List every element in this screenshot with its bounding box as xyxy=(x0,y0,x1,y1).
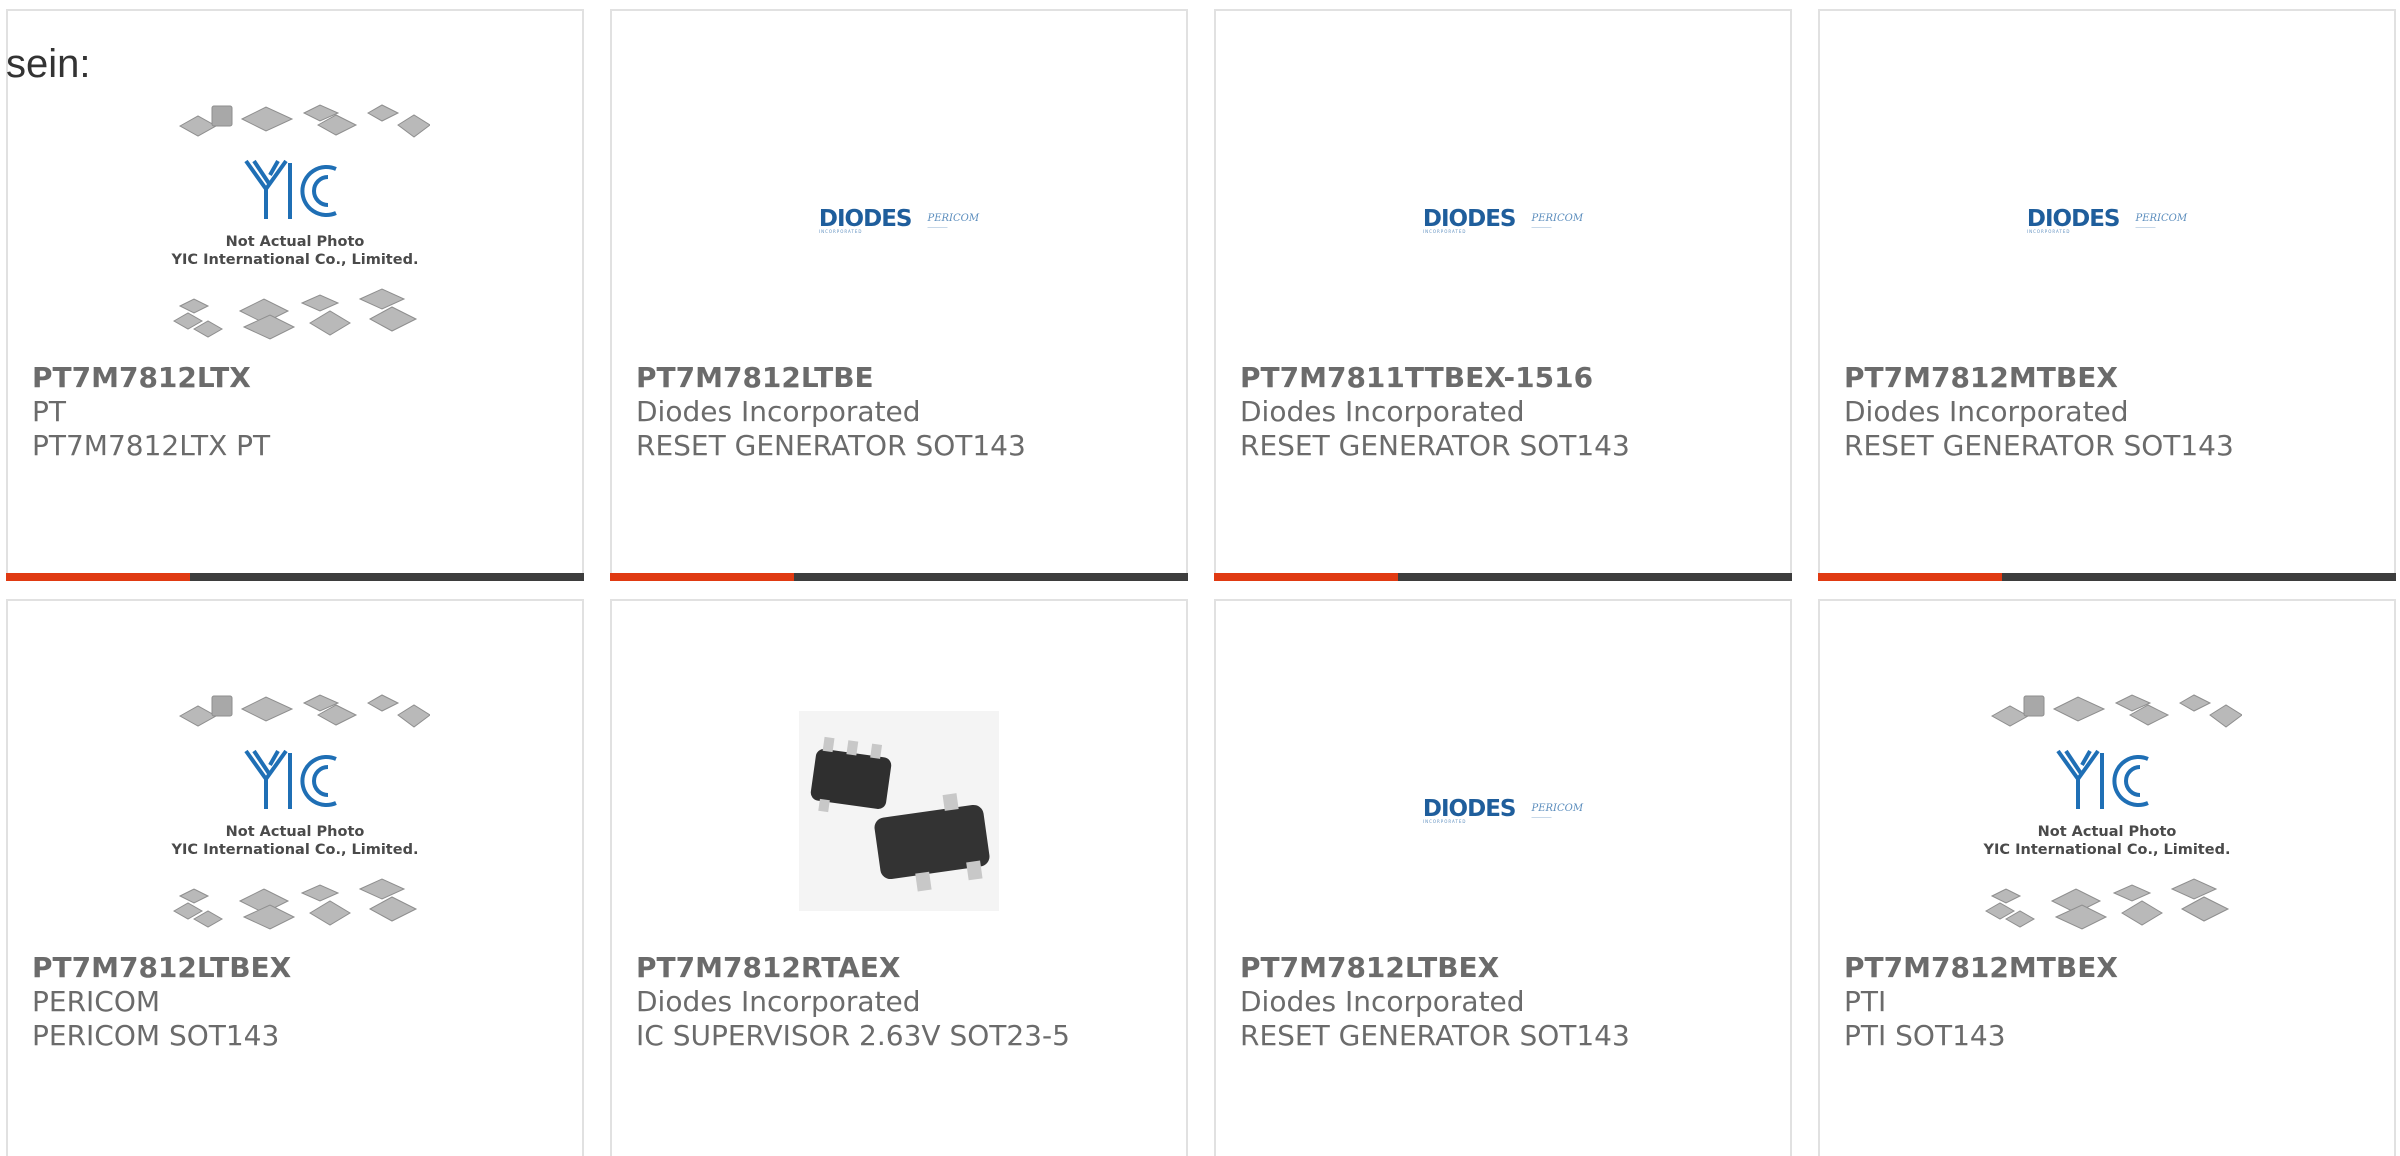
part-number[interactable]: PT7M7812LTBEX xyxy=(32,951,572,985)
product-image: DIODES INCORPORATED PERICOM ⎯⎯⎯⎯⎯⎯⎯⎯⎯⎯ xyxy=(1216,96,1790,346)
card-accent-bar xyxy=(1818,573,2002,581)
product-image: DIODES INCORPORATED PERICOM ⎯⎯⎯⎯⎯⎯⎯⎯⎯⎯ xyxy=(612,96,1186,346)
product-card[interactable]: Not Actual Photo YIC International Co., … xyxy=(1818,599,2396,1156)
description: PERICOM SOT143 xyxy=(32,1019,280,1052)
card-bottom-bar xyxy=(610,573,1188,581)
product-card[interactable]: DIODES INCORPORATED PERICOM ⎯⎯⎯⎯⎯⎯⎯⎯⎯⎯ PT7… xyxy=(610,9,1188,581)
manufacturer: PERICOM xyxy=(32,985,161,1018)
placeholder-line2: YIC International Co., Limited. xyxy=(171,842,419,858)
manufacturer: PTI xyxy=(1844,985,1887,1018)
part-number[interactable]: PT7M7812RTAEX xyxy=(636,951,1176,985)
description: RESET GENERATOR SOT143 xyxy=(1240,1019,1630,1052)
placeholder-line1: Not Actual Photo xyxy=(2037,824,2177,840)
part-number[interactable]: PT7M7812MTBEX xyxy=(1844,951,2384,985)
card-bottom-bar xyxy=(1214,573,1792,581)
part-number[interactable]: PT7M7812MTBEX xyxy=(1844,361,2384,395)
product-info: PT7M7812RTAEX Diodes Incorporated IC SUP… xyxy=(636,951,1176,1053)
product-image xyxy=(612,686,1186,936)
product-info: PT7M7812MTBEX Diodes Incorporated RESET … xyxy=(1844,361,2384,463)
card-bottom-bar xyxy=(6,573,584,581)
placeholder-line1: Not Actual Photo xyxy=(225,824,365,840)
product-card[interactable]: Not Actual Photo YIC International Co., … xyxy=(6,599,584,1156)
product-image: Not Actual Photo YIC International Co., … xyxy=(8,686,582,936)
pericom-brand: PERICOM xyxy=(927,212,980,224)
diodes-logo-image: DIODES INCORPORATED PERICOM ⎯⎯⎯⎯⎯⎯⎯⎯⎯⎯ xyxy=(2026,206,2188,234)
product-card[interactable]: DIODES INCORPORATED PERICOM ⎯⎯⎯⎯⎯⎯⎯⎯⎯⎯ PT7… xyxy=(1214,9,1792,581)
description: IC SUPERVISOR 2.63V SOT23-5 xyxy=(636,1019,1070,1052)
placeholder-line2: YIC International Co., Limited. xyxy=(1983,842,2231,858)
manufacturer: Diodes Incorporated xyxy=(636,985,921,1018)
product-info: PT7M7812LTBE Diodes Incorporated RESET G… xyxy=(636,361,1176,463)
part-number[interactable]: PT7M7812LTBE xyxy=(636,361,1176,395)
product-info: PT7M7812LTBEX PERICOM PERICOM SOT143 xyxy=(32,951,572,1053)
manufacturer: Diodes Incorporated xyxy=(636,395,921,428)
intro-text: sein: xyxy=(6,42,91,86)
product-image: Not Actual Photo YIC International Co., … xyxy=(8,96,582,346)
product-card[interactable]: PT7M7812RTAEX Diodes Incorporated IC SUP… xyxy=(610,599,1188,1156)
diodes-logo-image: DIODES INCORPORATED PERICOM ⎯⎯⎯⎯⎯⎯⎯⎯⎯⎯ xyxy=(1422,206,1584,234)
description: RESET GENERATOR SOT143 xyxy=(1240,429,1630,462)
product-image: DIODES INCORPORATED PERICOM ⎯⎯⎯⎯⎯⎯⎯⎯⎯⎯ xyxy=(1820,96,2394,346)
placeholder-line2: YIC International Co., Limited. xyxy=(171,252,419,268)
not-actual-photo-placeholder: Not Actual Photo YIC International Co., … xyxy=(160,691,430,931)
manufacturer: Diodes Incorporated xyxy=(1240,985,1525,1018)
sot23-package-photo xyxy=(799,711,999,911)
card-bottom-bar xyxy=(1818,573,2396,581)
pericom-brand: PERICOM xyxy=(2135,212,2188,224)
manufacturer: Diodes Incorporated xyxy=(1240,395,1525,428)
product-grid: Not Actual Photo YIC International Co., … xyxy=(0,0,2400,1156)
product-info: PT7M7812MTBEX PTI PTI SOT143 xyxy=(1844,951,2384,1053)
product-info: PT7M7812LTBEX Diodes Incorporated RESET … xyxy=(1240,951,1780,1053)
product-card[interactable]: Not Actual Photo YIC International Co., … xyxy=(6,9,584,581)
part-number[interactable]: PT7M7812LTBEX xyxy=(1240,951,1780,985)
product-card[interactable]: DIODES INCORPORATED PERICOM ⎯⎯⎯⎯⎯⎯⎯⎯⎯⎯ PT7… xyxy=(1214,599,1792,1156)
diodes-logo-image: DIODES INCORPORATED PERICOM ⎯⎯⎯⎯⎯⎯⎯⎯⎯⎯ xyxy=(818,206,980,234)
pericom-brand: PERICOM xyxy=(1531,802,1584,814)
not-actual-photo-placeholder: Not Actual Photo YIC International Co., … xyxy=(160,101,430,341)
manufacturer: PT xyxy=(32,395,66,428)
part-number[interactable]: PT7M7812LTX xyxy=(32,361,572,395)
description: PTI SOT143 xyxy=(1844,1019,2006,1052)
product-grid-page: Not Actual Photo YIC International Co., … xyxy=(0,0,2400,1156)
product-info: PT7M7812LTX PT PT7M7812LTX PT xyxy=(32,361,572,463)
description: RESET GENERATOR SOT143 xyxy=(1844,429,2234,462)
product-image: Not Actual Photo YIC International Co., … xyxy=(1820,686,2394,936)
part-number[interactable]: PT7M7811TTBEX-1516 xyxy=(1240,361,1780,395)
diodes-logo-image: DIODES INCORPORATED PERICOM ⎯⎯⎯⎯⎯⎯⎯⎯⎯⎯ xyxy=(1422,796,1584,824)
placeholder-line1: Not Actual Photo xyxy=(225,234,365,250)
description: PT7M7812LTX PT xyxy=(32,429,271,462)
pericom-brand: PERICOM xyxy=(1531,212,1584,224)
product-info: PT7M7811TTBEX-1516 Diodes Incorporated R… xyxy=(1240,361,1780,463)
card-accent-bar xyxy=(6,573,190,581)
card-accent-bar xyxy=(1214,573,1398,581)
manufacturer: Diodes Incorporated xyxy=(1844,395,2129,428)
card-accent-bar xyxy=(610,573,794,581)
product-image: DIODES INCORPORATED PERICOM ⎯⎯⎯⎯⎯⎯⎯⎯⎯⎯ xyxy=(1216,686,1790,936)
product-card[interactable]: DIODES INCORPORATED PERICOM ⎯⎯⎯⎯⎯⎯⎯⎯⎯⎯ PT7… xyxy=(1818,9,2396,581)
not-actual-photo-placeholder: Not Actual Photo YIC International Co., … xyxy=(1972,691,2242,931)
description: RESET GENERATOR SOT143 xyxy=(636,429,1026,462)
